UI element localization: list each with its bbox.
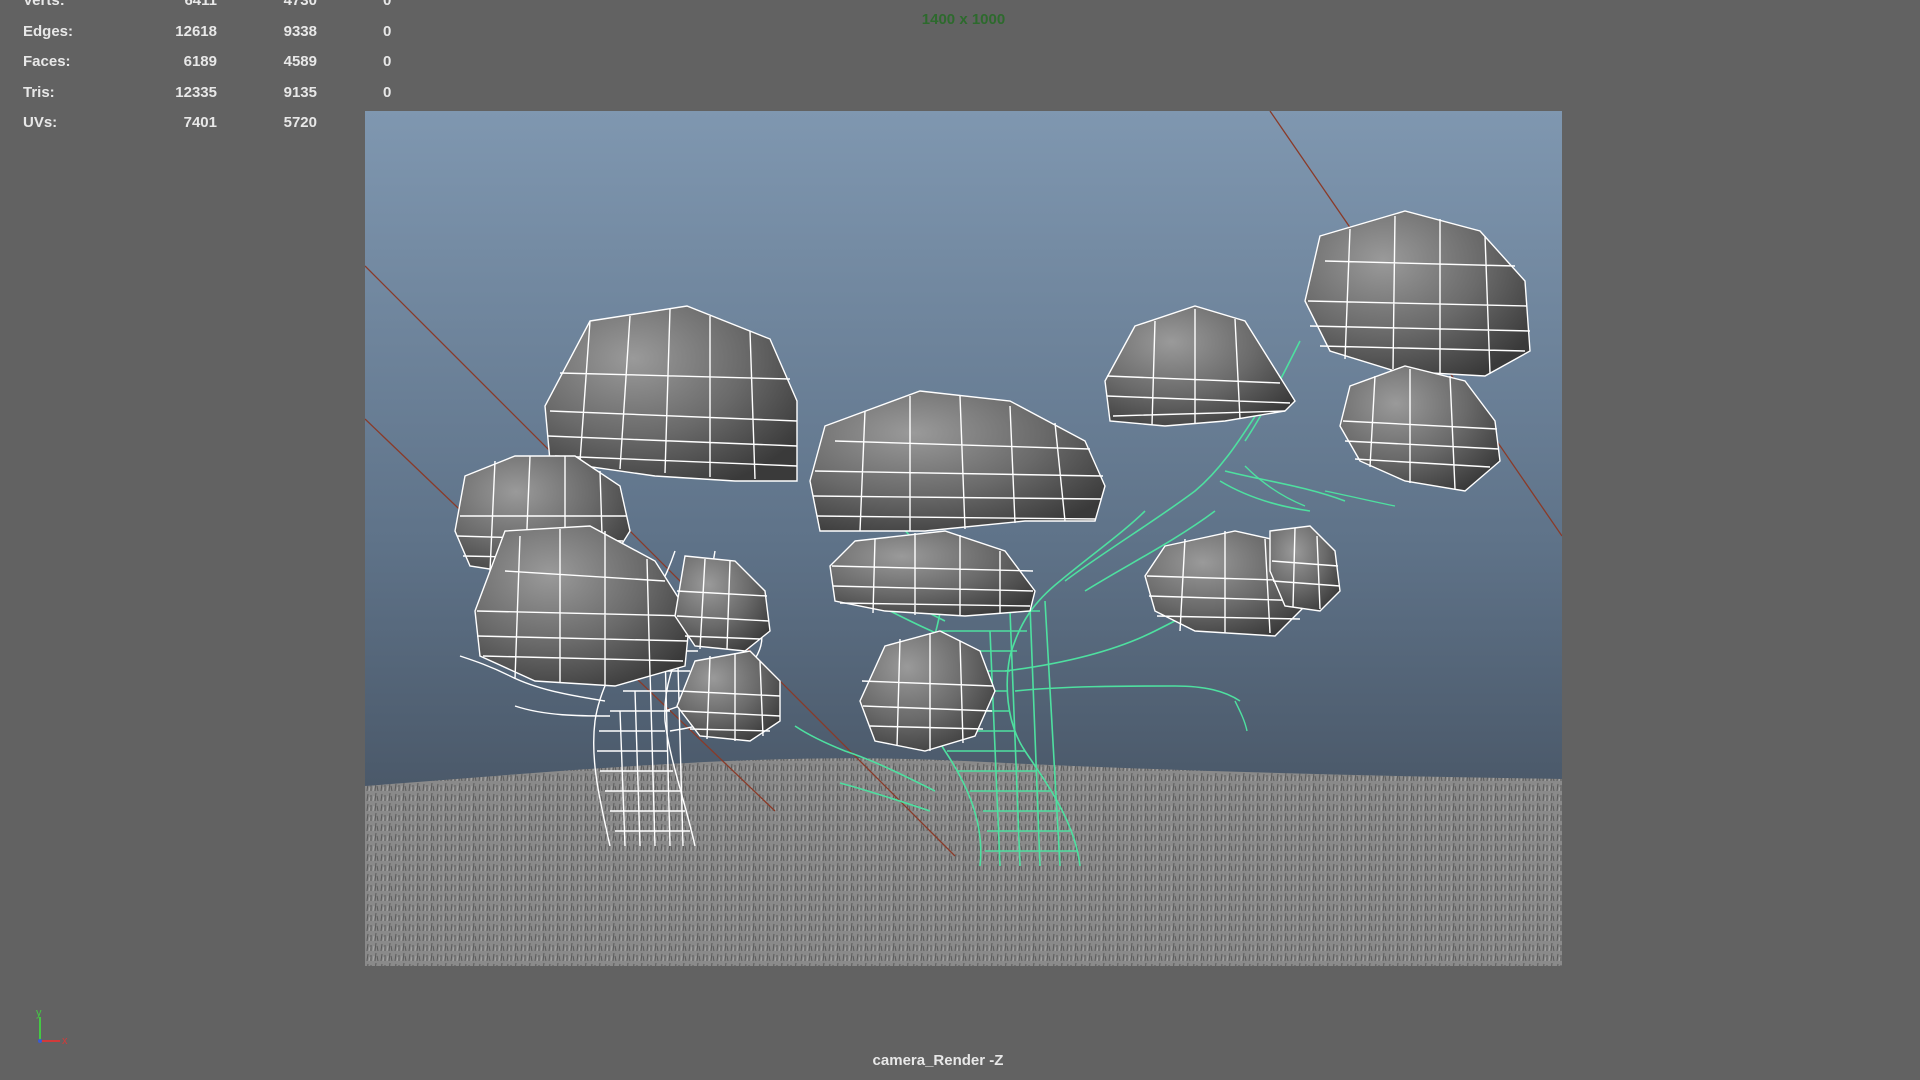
hud-value-object: 6189 [183,53,217,71]
hud-value-component: 0 [383,53,392,71]
hud-value-object: 12335 [175,83,217,101]
hud-value-component: 0 [383,83,392,101]
camera-name-label: camera_Render -Z [872,1052,1004,1069]
hud-label: Tris: [23,83,55,101]
axis-y-label: y [36,1007,42,1019]
viewport-resolution-gate[interactable] [365,111,1562,966]
resolution-gate-label: 1400 x 1000 [921,11,1006,28]
tree-right-caps [809,210,1531,752]
hud-label: Verts: [23,0,65,9]
hud-value-object: 6411 [184,0,217,9]
axis-x-label: x [62,1035,68,1045]
hud-label: UVs: [23,114,58,132]
grass-ground[interactable] [365,758,1562,966]
hud-value-component: 0 [383,0,392,9]
view-axis-icon: y x [36,1007,68,1045]
scene-render[interactable] [365,111,1562,966]
hud-value-selected: 9135 [283,83,317,101]
tree-left-caps [454,305,798,742]
hud-value-selected: 4730 [283,0,317,9]
hud-value-selected: 4589 [283,53,317,71]
hud-value-object: 7401 [183,114,217,132]
hud-value-selected: 5720 [283,114,317,132]
hud-label: Faces: [23,53,71,71]
